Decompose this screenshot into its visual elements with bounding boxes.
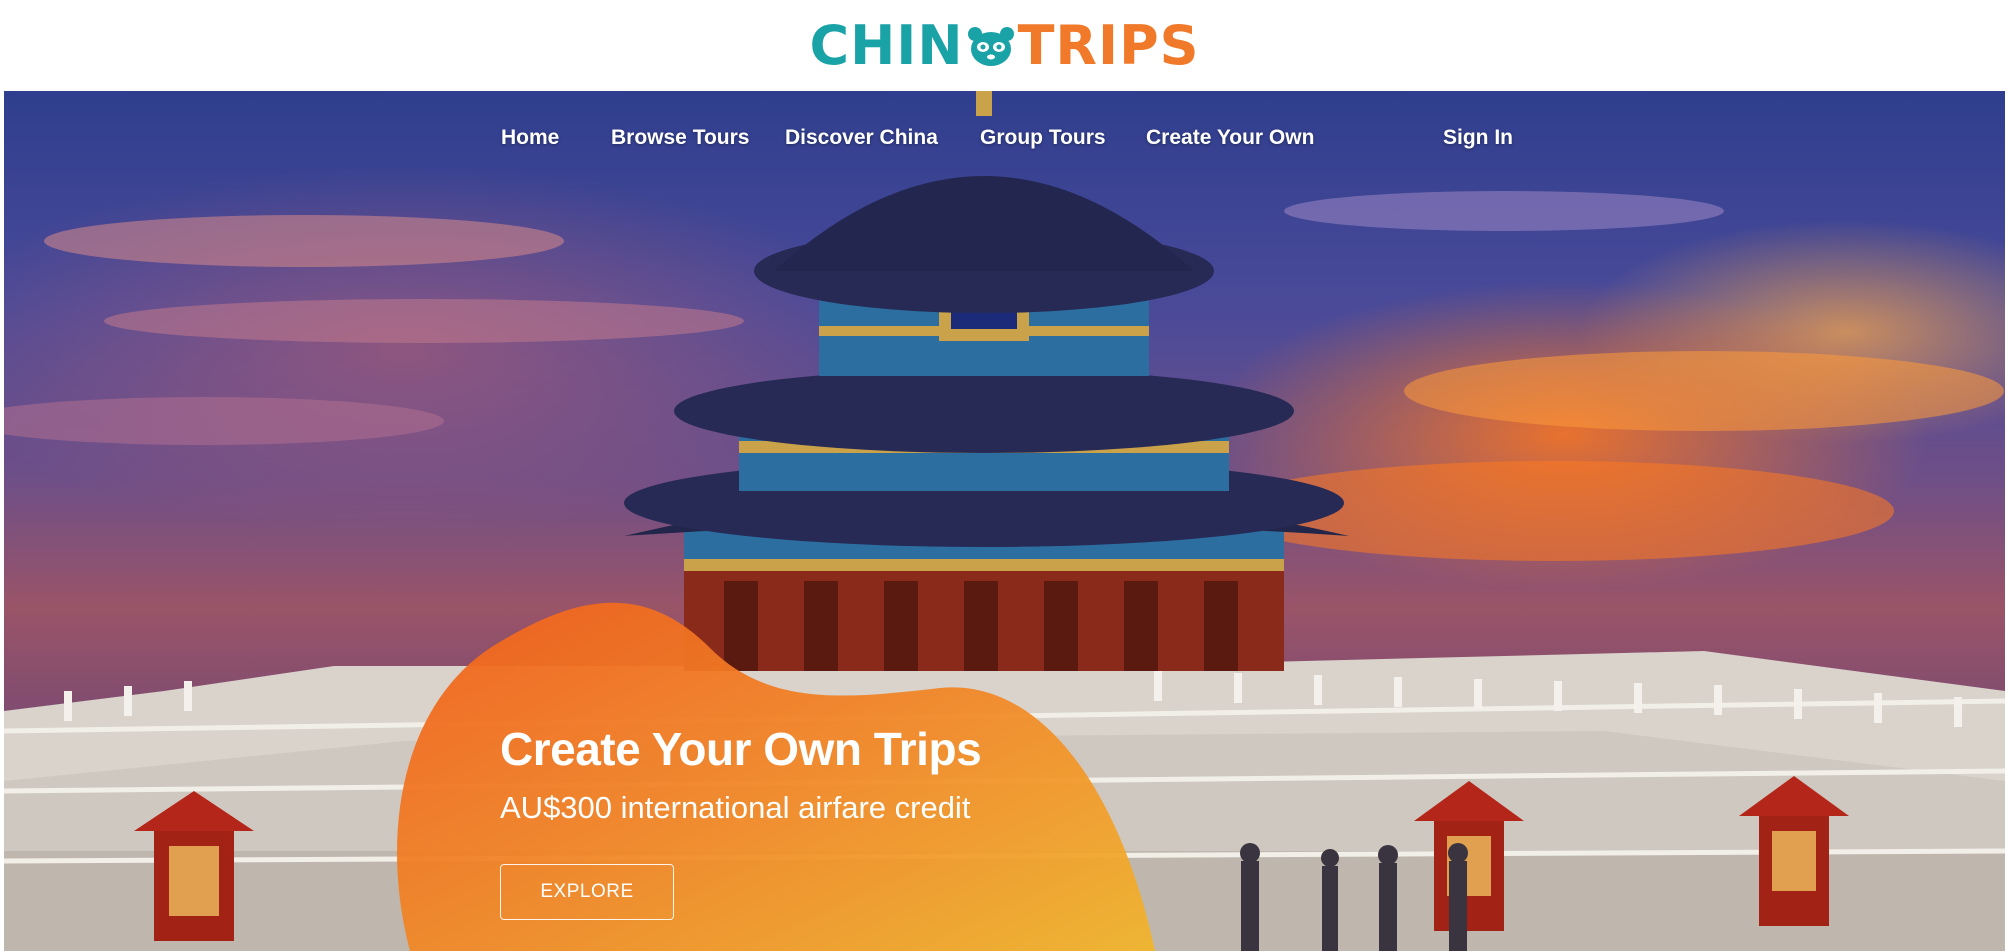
nav-browse-tours[interactable]: Browse Tours <box>611 126 749 150</box>
site-logo[interactable]: CHIN TRIPS <box>809 13 1200 77</box>
nav-home[interactable]: Home <box>501 126 559 150</box>
promo-title: Create Your Own Trips <box>500 723 982 775</box>
site-header: CHIN TRIPS <box>0 0 2009 91</box>
promo-subtitle: AU$300 international airfare credit <box>500 790 971 825</box>
nav-discover-china[interactable]: Discover China <box>785 126 938 150</box>
nav-create-your-own[interactable]: Create Your Own <box>1146 126 1314 150</box>
logo-text-chin: CHIN <box>809 13 964 77</box>
logo-text-trips: TRIPS <box>1017 13 1200 77</box>
nav-group-tours[interactable]: Group Tours <box>980 126 1106 150</box>
explore-button[interactable]: EXPLORE <box>500 864 674 920</box>
sign-in-link[interactable]: Sign In <box>1443 126 1513 150</box>
panda-icon <box>967 26 1014 66</box>
hero-banner <box>4 91 2005 951</box>
main-nav: Home Browse Tours Discover China Group T… <box>0 126 2009 156</box>
